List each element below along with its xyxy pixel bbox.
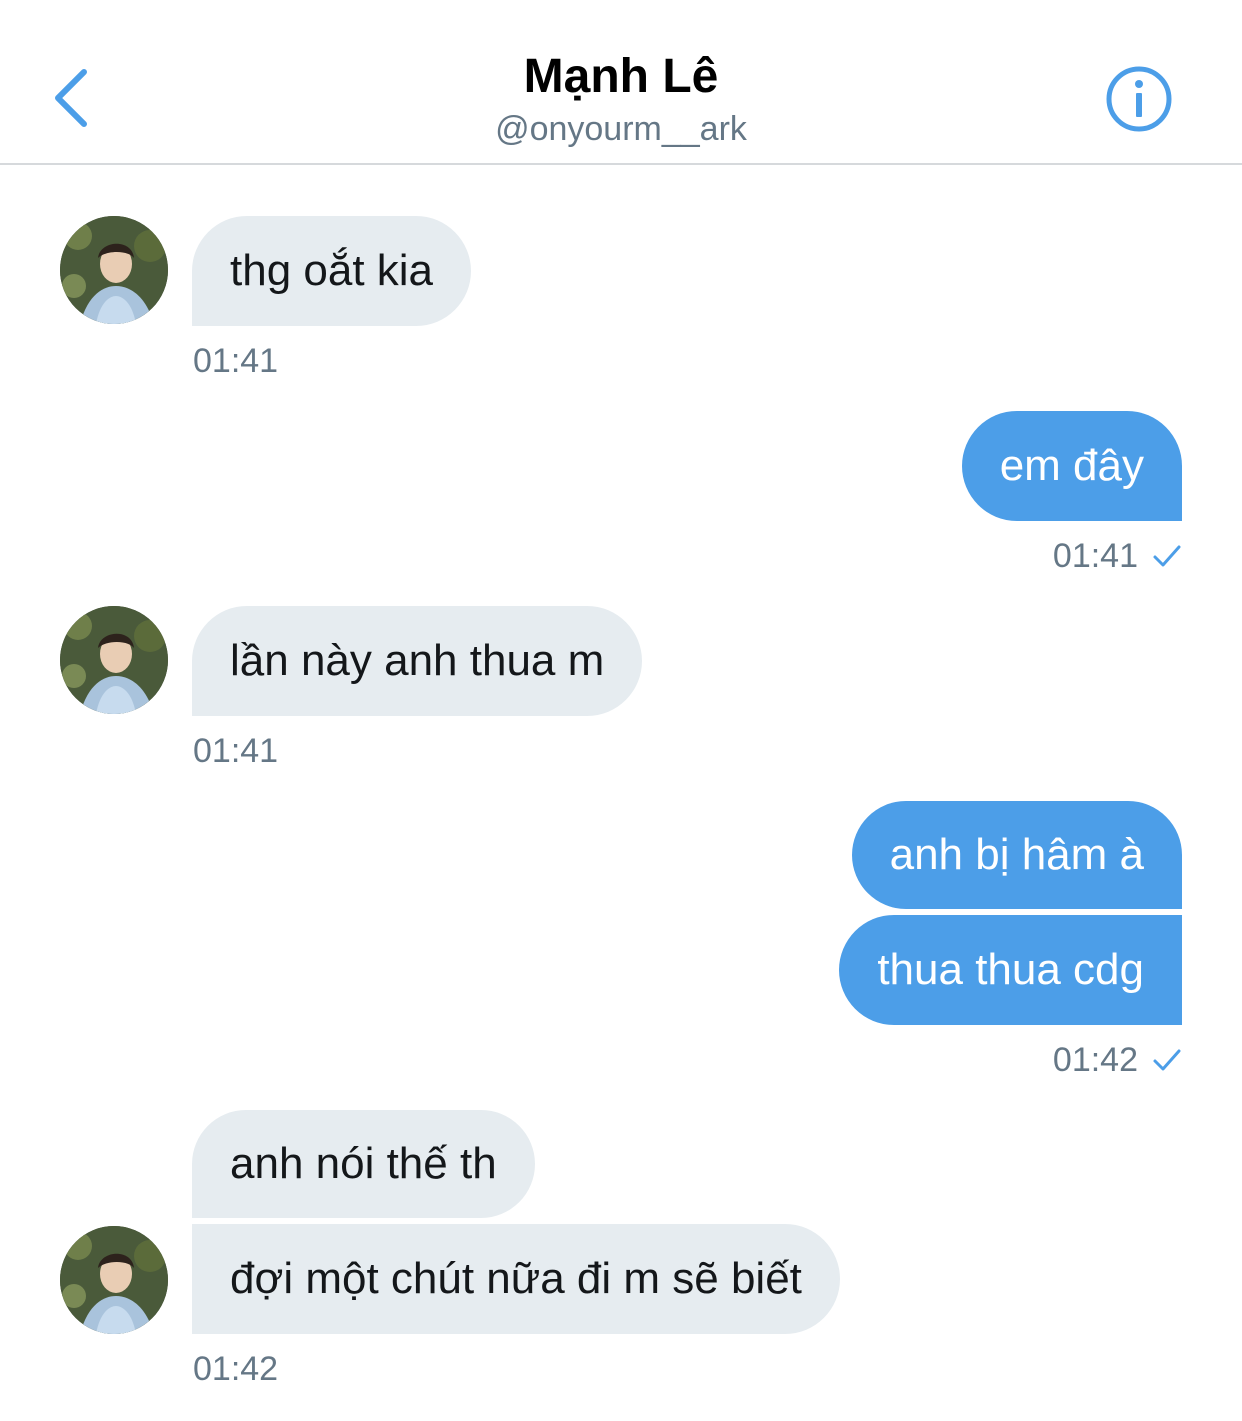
contact-handle: @onyourm__ark	[495, 110, 747, 148]
message-timestamp: 01:41	[193, 732, 279, 770]
check-icon	[1153, 545, 1181, 567]
message-bubble[interactable]: lần này anh thua m	[192, 606, 643, 716]
info-icon	[1106, 66, 1172, 132]
avatar[interactable]	[60, 1226, 168, 1334]
message-bubble[interactable]: đợi một chút nữa đi m sẽ biết	[192, 1224, 840, 1334]
avatar[interactable]	[60, 606, 168, 714]
message-bubble[interactable]: thg oắt kia	[192, 216, 472, 326]
message-bubble[interactable]: em đây	[961, 411, 1182, 521]
message-bubble[interactable]: anh bị hâm à	[851, 801, 1182, 909]
contact-name[interactable]: Mạnh Lê	[0, 48, 1242, 106]
conversation-header: Mạnh Lê @onyourm__ark	[0, 0, 1242, 165]
message-timestamp: 01:42	[193, 1350, 279, 1388]
check-icon	[1153, 1049, 1181, 1071]
message-timestamp: 01:41	[193, 342, 279, 380]
info-button[interactable]	[1104, 64, 1174, 134]
message-meta: 01:41	[1053, 536, 1182, 576]
message-meta: 01:42	[1053, 1040, 1182, 1080]
message-timestamp: 01:42	[1052, 1041, 1138, 1079]
avatar[interactable]	[60, 216, 168, 324]
message-timestamp: 01:41	[1052, 537, 1138, 575]
message-bubble[interactable]: anh nói thế th	[192, 1110, 535, 1218]
message-bubble[interactable]: thua thua cdg	[839, 915, 1182, 1025]
